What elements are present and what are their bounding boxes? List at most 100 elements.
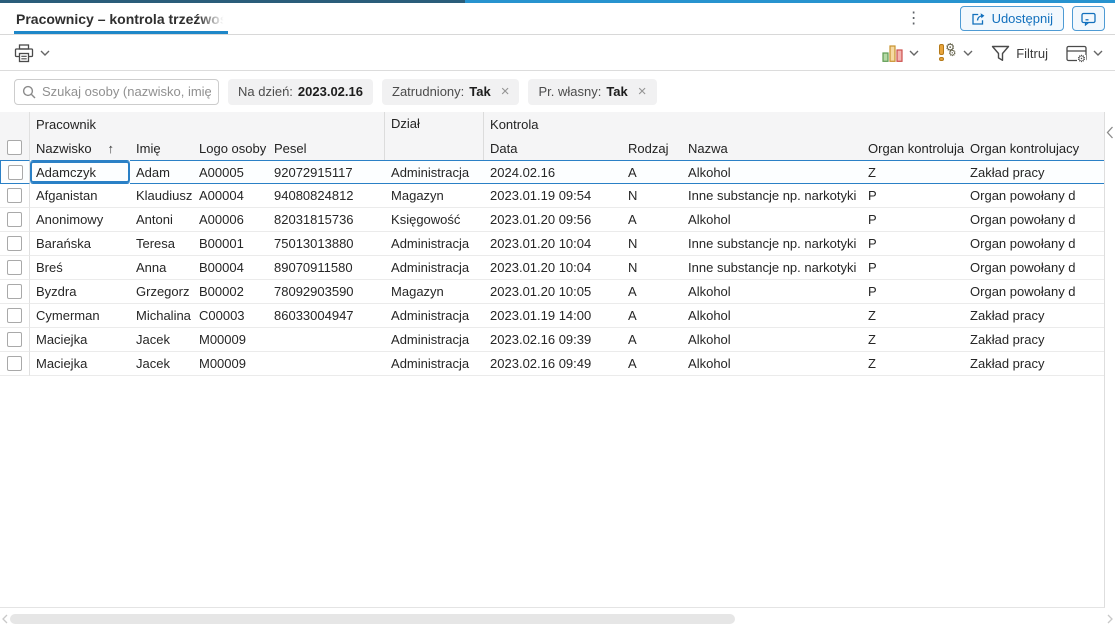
cell-logo-osoby[interactable]: A00006 — [193, 208, 268, 232]
cell-nazwisko[interactable]: Anonimowy — [30, 208, 130, 232]
cell-imie[interactable]: Michalina — [130, 304, 193, 328]
cell-organ-kod[interactable]: Z — [862, 304, 965, 328]
cell-rodzaj[interactable]: A — [622, 328, 683, 352]
tab-pracownicy-kontrola-trzezwosci[interactable]: Pracownicy – kontrola trzeźwości — [14, 3, 228, 34]
cell-imie[interactable]: Jacek — [130, 328, 193, 352]
row-select-cell[interactable] — [0, 208, 30, 232]
cell-nazwisko[interactable]: Adamczyk — [30, 160, 130, 184]
cell-nazwisko[interactable]: Maciejka — [30, 352, 130, 376]
column-header-data[interactable]: Data — [484, 136, 623, 160]
cell-dzial[interactable]: Magazyn — [385, 184, 485, 208]
cell-dzial[interactable]: Administracja — [385, 304, 485, 328]
cell-data[interactable]: 2023.01.19 14:00 — [484, 304, 623, 328]
cell-organ-nazwa[interactable]: Organ powołany d — [964, 256, 1104, 280]
cell-organ-kod[interactable]: P — [862, 280, 965, 304]
table-row[interactable]: Maciejka Jacek M00009 Administracja 2023… — [0, 328, 1104, 352]
row-checkbox[interactable] — [7, 356, 22, 371]
cell-logo-osoby[interactable]: C00003 — [193, 304, 268, 328]
cell-rodzaj[interactable]: N — [622, 232, 683, 256]
table-settings-button[interactable]: ⚙ — [1066, 45, 1103, 65]
column-header-pesel[interactable]: Pesel — [268, 136, 386, 160]
cell-pesel[interactable]: 92072915117 — [268, 160, 386, 184]
alerts-settings-button[interactable]: ⚙ ⚙ — [937, 42, 973, 62]
row-checkbox[interactable] — [7, 260, 22, 275]
cell-nazwa[interactable]: Alkohol — [682, 280, 863, 304]
overflow-menu-icon[interactable]: ⋮ — [906, 10, 922, 27]
table-row[interactable]: Adamczyk Adam A00005 92072915117 Adminis… — [0, 160, 1104, 184]
cell-nazwisko[interactable]: Byzdra — [30, 280, 130, 304]
cell-dzial[interactable]: Administracja — [385, 352, 485, 376]
cell-logo-osoby[interactable]: M00009 — [193, 352, 268, 376]
print-button[interactable] — [14, 43, 50, 63]
row-checkbox[interactable] — [7, 284, 22, 299]
cell-organ-nazwa[interactable]: Organ powołany d — [964, 208, 1104, 232]
column-header-dzial[interactable]: Dział — [385, 112, 485, 160]
cell-imie[interactable]: Adam — [130, 160, 193, 184]
cell-rodzaj[interactable]: A — [622, 304, 683, 328]
filter-chip-pr-wlasny[interactable]: Pr. własny: Tak × — [528, 78, 657, 105]
cell-nazwa[interactable]: Inne substancje np. narkotyki — [682, 184, 863, 208]
column-header-logo-osoby[interactable]: Logo osoby — [193, 136, 268, 160]
cell-pesel[interactable]: 94080824812 — [268, 184, 386, 208]
scroll-right-icon[interactable] — [1105, 614, 1115, 624]
cell-dzial[interactable]: Magazyn — [385, 280, 485, 304]
row-checkbox[interactable] — [7, 212, 22, 227]
row-checkbox[interactable] — [7, 308, 22, 323]
row-checkbox[interactable] — [7, 236, 22, 251]
column-header-nazwisko[interactable]: Nazwisko ↑ — [30, 136, 130, 160]
cell-nazwa[interactable]: Alkohol — [682, 304, 863, 328]
cell-data[interactable]: 2024.02.16 — [484, 160, 623, 184]
cell-logo-osoby[interactable]: A00005 — [193, 160, 268, 184]
row-select-cell[interactable] — [0, 232, 30, 256]
cell-logo-osoby[interactable]: M00009 — [193, 328, 268, 352]
cell-data[interactable]: 2023.02.16 09:39 — [484, 328, 623, 352]
table-row[interactable]: Cymerman Michalina C00003 86033004947 Ad… — [0, 304, 1104, 328]
row-select-cell[interactable] — [0, 352, 30, 376]
cell-imie[interactable]: Antoni — [130, 208, 193, 232]
cell-organ-nazwa[interactable]: Organ powołany d — [964, 280, 1104, 304]
filter-button[interactable]: Filtruj — [991, 45, 1048, 62]
chart-view-button[interactable] — [882, 44, 919, 62]
table-row[interactable]: Byzdra Grzegorz B00002 78092903590 Magaz… — [0, 280, 1104, 304]
cell-nazwa[interactable]: Inne substancje np. narkotyki — [682, 232, 863, 256]
row-select-cell[interactable] — [0, 328, 30, 352]
filter-chip-na-dzien[interactable]: Na dzień: 2023.02.16 — [228, 78, 373, 105]
cell-nazwa[interactable]: Alkohol — [682, 352, 863, 376]
cell-organ-kod[interactable]: Z — [862, 328, 965, 352]
cell-nazwa[interactable]: Alkohol — [682, 208, 863, 232]
cell-data[interactable]: 2023.02.16 09:49 — [484, 352, 623, 376]
row-select-cell[interactable] — [0, 304, 30, 328]
cell-pesel[interactable] — [268, 328, 386, 352]
row-select-cell[interactable] — [0, 256, 30, 280]
search-box[interactable] — [14, 78, 219, 105]
cell-organ-nazwa[interactable]: Zakład pracy — [964, 304, 1104, 328]
cell-rodzaj[interactable]: A — [622, 352, 683, 376]
cell-dzial[interactable]: Administracja — [385, 256, 485, 280]
cell-organ-nazwa[interactable]: Zakład pracy — [964, 328, 1104, 352]
table-row[interactable]: Afganistan Klaudiusz A00004 94080824812 … — [0, 184, 1104, 208]
cell-pesel[interactable]: 82031815736 — [268, 208, 386, 232]
table-row[interactable]: Maciejka Jacek M00009 Administracja 2023… — [0, 352, 1104, 376]
scrollbar-thumb[interactable] — [10, 614, 735, 624]
column-header-imie[interactable]: Imię — [130, 136, 193, 160]
cell-nazwa[interactable]: Inne substancje np. narkotyki — [682, 256, 863, 280]
cell-pesel[interactable]: 86033004947 — [268, 304, 386, 328]
cell-pesel[interactable]: 75013013880 — [268, 232, 386, 256]
cell-nazwa[interactable]: Alkohol — [682, 160, 863, 184]
cell-dzial[interactable]: Administracja — [385, 160, 485, 184]
select-all-checkbox[interactable] — [7, 140, 22, 155]
cell-data[interactable]: 2023.01.19 09:54 — [484, 184, 623, 208]
row-checkbox[interactable] — [7, 332, 22, 347]
scroll-left-icon[interactable] — [0, 614, 10, 624]
table-row[interactable]: Barańska Teresa B00001 75013013880 Admin… — [0, 232, 1104, 256]
remove-filter-icon[interactable]: × — [638, 84, 647, 99]
search-input[interactable] — [42, 84, 211, 99]
cell-logo-osoby[interactable]: B00004 — [193, 256, 268, 280]
cell-data[interactable]: 2023.01.20 10:04 — [484, 256, 623, 280]
cell-rodzaj[interactable]: A — [622, 280, 683, 304]
cell-organ-kod[interactable]: P — [862, 208, 965, 232]
cell-nazwisko[interactable]: Maciejka — [30, 328, 130, 352]
table-row[interactable]: Anonimowy Antoni A00006 82031815736 Księ… — [0, 208, 1104, 232]
cell-dzial[interactable]: Księgowość — [385, 208, 485, 232]
column-header-nazwa[interactable]: Nazwa — [682, 136, 863, 160]
